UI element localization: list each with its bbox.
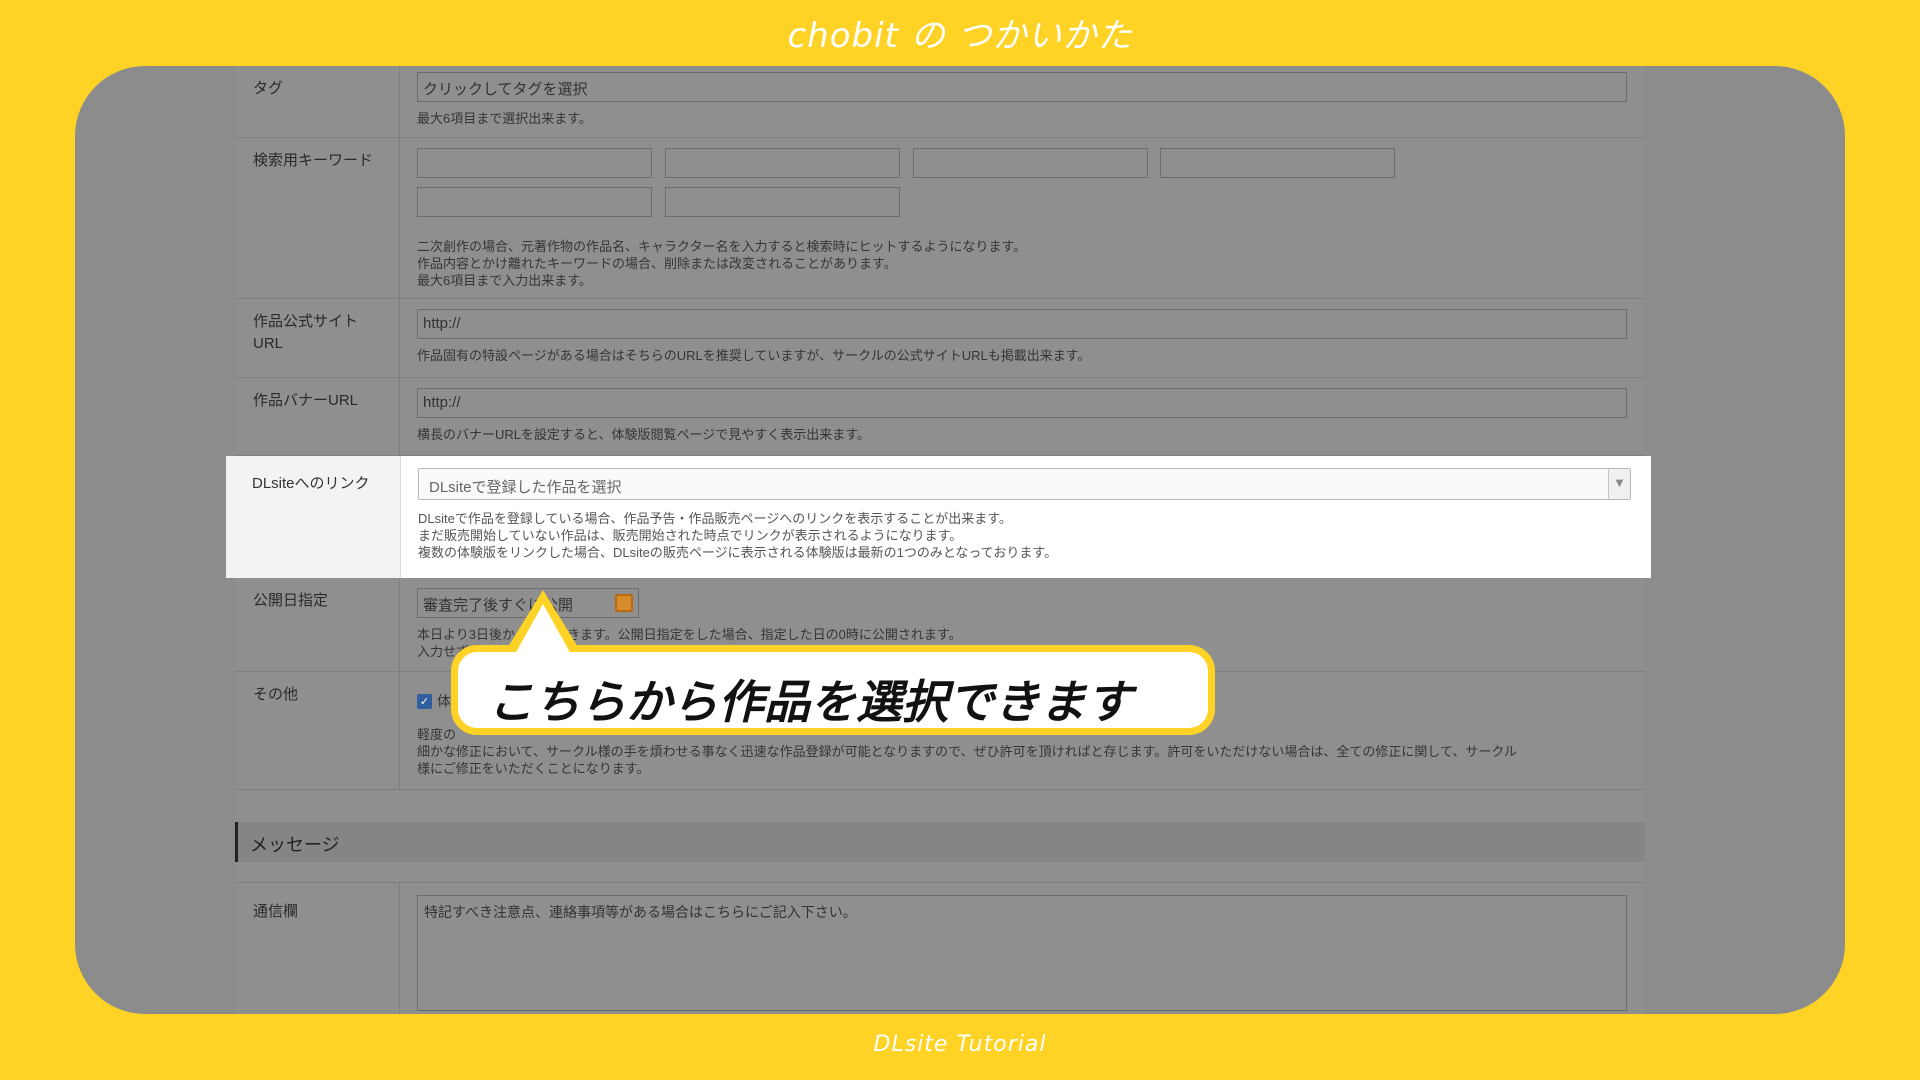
official-site-url-input[interactable]: http:// xyxy=(417,309,1627,339)
permission-checkbox-label: 体 xyxy=(437,693,451,709)
keyword-field-5[interactable] xyxy=(417,187,652,217)
keyword-field-2[interactable] xyxy=(665,148,900,178)
keywords-help-3: 最大6項目まで入力出来ます。 xyxy=(417,273,592,288)
permission-checkbox[interactable]: ✓ xyxy=(417,694,432,709)
official-site-label: 作品公式サイト URL xyxy=(235,299,400,377)
official-site-row: 作品公式サイト URL http:// 作品固有の特設ページがある場合はそちらの… xyxy=(235,299,1645,378)
keyword-field-1[interactable] xyxy=(417,148,652,178)
tag-placeholder: クリックしてタグを選択 xyxy=(423,81,588,98)
message-section-title: メッセージ xyxy=(235,822,1645,862)
callout-bubble: こちらから作品を選択できます xyxy=(451,645,1215,735)
message-placeholder: 特記すべき注意点、連絡事項等がある場合はこちらにご記入下さい。 xyxy=(424,904,857,920)
keywords-label: 検索用キーワード xyxy=(235,138,400,298)
official-site-url-value: http:// xyxy=(423,315,461,332)
publish-date-help-1: 本日より3日後から選択できます。公開日指定をした場合、指定した日の0時に公開され… xyxy=(417,627,962,642)
keyword-field-3[interactable] xyxy=(913,148,1148,178)
banner-url-value: http:// xyxy=(423,394,461,411)
keywords-help-1: 二次創作の場合、元著作物の作品名、キャラクター名を入力すると検索時にヒットするよ… xyxy=(417,239,1027,254)
banner-url-input[interactable]: http:// xyxy=(417,388,1627,418)
dlsite-link-help-2: まだ販売開始していない作品は、販売開始された時点でリンクが表示されるようになりま… xyxy=(418,528,963,543)
official-site-label-line1: 作品公式サイト xyxy=(253,313,359,330)
dlsite-link-row: DLsiteへのリンク DLsiteで登録した作品を選択 ▼ DLsiteで作品… xyxy=(226,456,1651,578)
tag-select-input[interactable]: クリックしてタグを選択 xyxy=(417,72,1627,102)
keywords-row: 検索用キーワード 二次創作の場合、元著作物の作品名、キャラクター名を入力すると検… xyxy=(235,138,1645,299)
other-label: その他 xyxy=(235,672,400,789)
screenshot-frame: タグ クリックしてタグを選択 最大6項目まで選択出来ます。 検索用キーワード 二… xyxy=(75,66,1845,1014)
other-help-2: 細かな修正において、サークル様の手を煩わせる事なく迅速な作品登録が可能となります… xyxy=(417,744,1517,759)
dlsite-work-select[interactable]: DLsiteで登録した作品を選択 ▼ xyxy=(418,468,1631,500)
banner-url-row: 作品バナーURL http:// 横長のバナーURLを設定すると、体験版閲覧ペー… xyxy=(235,378,1645,456)
dlsite-link-help-1: DLsiteで作品を登録している場合、作品予告・作品販売ページへのリンクを表示す… xyxy=(418,511,1012,526)
keywords-help-2: 作品内容とかけ離れたキーワードの場合、削除または改変されることがあります。 xyxy=(417,256,897,271)
chevron-down-icon[interactable]: ▼ xyxy=(1608,469,1630,499)
other-help-3: 様にご修正をいただくことになります。 xyxy=(417,761,650,776)
keyword-field-4[interactable] xyxy=(1160,148,1395,178)
other-help-1: 軽度の xyxy=(417,727,457,742)
dlsite-link-help-3: 複数の体験版をリンクした場合、DLsiteの販売ページに表示される体験版は最新の… xyxy=(418,545,1058,560)
footer-title: DLsite Tutorial xyxy=(873,1032,1047,1057)
publish-date-label: 公開日指定 xyxy=(235,578,400,671)
callout-tail xyxy=(515,604,571,654)
keyword-field-6[interactable] xyxy=(665,187,900,217)
message-textarea[interactable]: 特記すべき注意点、連絡事項等がある場合はこちらにご記入下さい。 xyxy=(417,895,1627,1011)
tag-label: タグ xyxy=(235,66,400,137)
banner-url-label: 作品バナーURL xyxy=(235,378,400,455)
message-label: 通信欄 xyxy=(235,883,400,1014)
official-site-label-line2: URL xyxy=(253,335,284,352)
official-site-help: 作品固有の特設ページがある場合はそちらのURLを推奨していますが、サークルの公式… xyxy=(417,348,1091,363)
header-title: chobit の つかいかた xyxy=(787,16,1133,56)
calendar-icon[interactable] xyxy=(615,594,633,612)
tag-help: 最大6項目まで選択出来ます。 xyxy=(417,111,592,126)
banner-url-help: 横長のバナーURLを設定すると、体験版閲覧ページで見やすく表示出来ます。 xyxy=(417,427,870,442)
dlsite-work-select-value: DLsiteで登録した作品を選択 xyxy=(429,479,622,496)
dlsite-link-label: DLsiteへのリンク xyxy=(226,456,401,578)
tag-row: タグ クリックしてタグを選択 最大6項目まで選択出来ます。 xyxy=(235,66,1645,138)
callout-text: こちらから作品を選択できます xyxy=(488,675,1132,729)
